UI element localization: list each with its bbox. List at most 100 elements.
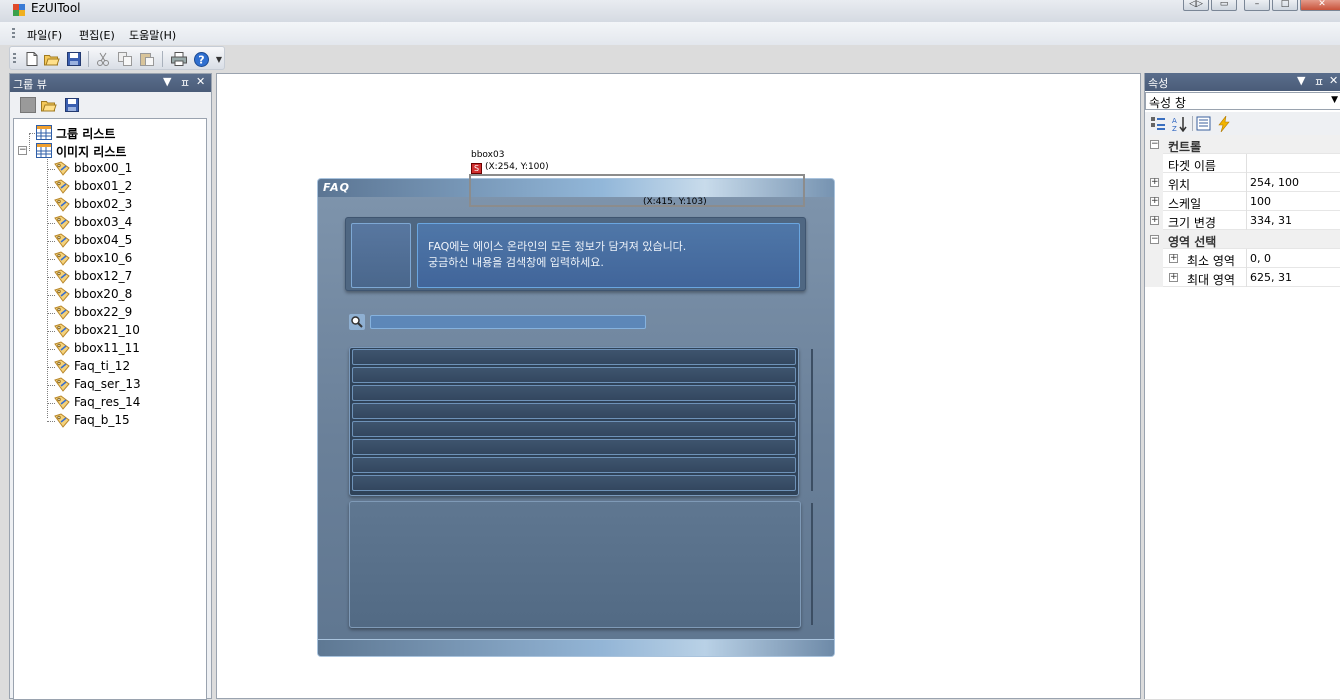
property-category[interactable]: − 영역 선택 <box>1145 230 1340 249</box>
paste-icon[interactable] <box>139 51 155 67</box>
property-name: 영역 선택 <box>1168 235 1217 249</box>
tree-node-image[interactable]: Faq_ser_13 <box>14 376 204 394</box>
property-value[interactable]: 254, 100 <box>1250 176 1299 189</box>
tree-node-label: bbox01_2 <box>74 179 133 193</box>
cut-icon[interactable] <box>95 51 111 67</box>
tree-label-group-list: 그룹 리스트 <box>56 127 116 141</box>
pane-dropdown-icon[interactable]: ▼ <box>163 75 171 88</box>
tree-node-image[interactable]: bbox10_6 <box>14 250 204 268</box>
property-object-select[interactable]: 속성 창 ▼ <box>1145 92 1340 110</box>
property-row[interactable]: + 위치 254, 100 <box>1145 173 1340 192</box>
property-value[interactable]: 334, 31 <box>1250 214 1292 227</box>
open-group-icon[interactable] <box>41 97 57 113</box>
copy-icon[interactable] <box>117 51 133 67</box>
toolbar-overflow-icon[interactable]: ▼ <box>216 55 222 64</box>
faq-list-row[interactable] <box>352 439 796 455</box>
svg-text:A: A <box>1172 117 1177 125</box>
group-tree: 그룹 리스트 − 이미지 리스트 bbox00_1 bbox01_2 bbox02_… <box>13 118 207 700</box>
save-icon[interactable] <box>66 51 82 67</box>
tree-node-image[interactable]: bbox02_3 <box>14 196 204 214</box>
property-row[interactable]: + 스케일 100 <box>1145 192 1340 211</box>
property-divider <box>1246 249 1247 268</box>
selection-start-marker[interactable]: S <box>471 163 482 174</box>
expand-icon[interactable]: + <box>1150 178 1159 187</box>
maximize-button[interactable]: □ <box>1272 0 1298 11</box>
pane-close-icon[interactable]: ✕ <box>1329 74 1338 87</box>
tree-node-image[interactable]: bbox03_4 <box>14 214 204 232</box>
pin-icon[interactable]: ㅍ <box>180 75 190 91</box>
tree-node-label: bbox03_4 <box>74 215 133 229</box>
properties-header: 속성 ▼ ㅍ ✕ <box>1145 73 1340 91</box>
new-group-icon[interactable] <box>20 97 36 113</box>
design-canvas[interactable]: bbox03 S (X:254, Y:100) FAQ FAQ에는 에이스 온라… <box>216 73 1141 699</box>
faq-answer-scrollbar[interactable] <box>811 503 813 625</box>
save-group-icon[interactable] <box>64 97 80 113</box>
collapse-icon[interactable]: − <box>1150 235 1159 244</box>
tree-node-image[interactable]: Faq_ti_12 <box>14 358 204 376</box>
close-button[interactable]: ✕ <box>1300 0 1340 11</box>
tree-node-image[interactable]: bbox04_5 <box>14 232 204 250</box>
menu-help[interactable]: 도움말(H) <box>129 27 176 43</box>
print-icon[interactable] <box>171 51 187 67</box>
property-value[interactable]: 100 <box>1250 195 1271 208</box>
faq-list-row[interactable] <box>352 367 796 383</box>
collapse-icon[interactable]: − <box>1150 140 1159 149</box>
expand-icon[interactable]: + <box>1169 273 1178 282</box>
tree-node-group-list[interactable]: 그룹 리스트 <box>14 124 204 142</box>
property-value[interactable]: 625, 31 <box>1250 271 1292 284</box>
categorized-icon[interactable] <box>1149 115 1166 132</box>
property-object-value: 속성 창 <box>1149 96 1186 110</box>
faq-search-input[interactable] <box>370 315 646 329</box>
image-node-icon <box>54 197 70 212</box>
tree-node-image[interactable]: bbox00_1 <box>14 160 204 178</box>
menu-file[interactable]: 파일(F) <box>27 27 62 43</box>
property-row[interactable]: + 크기 변경 334, 31 <box>1145 211 1340 230</box>
tree-node-image[interactable]: bbox20_8 <box>14 286 204 304</box>
menu-edit[interactable]: 편집(E) <box>79 27 115 43</box>
tree-node-image[interactable]: bbox01_2 <box>14 178 204 196</box>
selection-rectangle[interactable] <box>469 174 805 207</box>
property-category[interactable]: − 컨트롤 <box>1145 135 1340 154</box>
extra-window-buttons: ◁▷ ▭ <box>1183 0 1237 11</box>
faq-list-row[interactable] <box>352 385 796 401</box>
copy-window-icon[interactable]: ▭ <box>1211 0 1237 11</box>
expand-icon[interactable]: + <box>1169 254 1178 263</box>
pane-close-icon[interactable]: ✕ <box>196 75 205 88</box>
tree-node-image[interactable]: Faq_b_15 <box>14 412 204 430</box>
menu-grip[interactable] <box>12 28 15 39</box>
faq-window-preview[interactable]: FAQ FAQ에는 에이스 온라인의 모든 정보가 담겨져 있습니다. 궁금하신… <box>317 178 835 657</box>
faq-list-row[interactable] <box>352 349 796 365</box>
open-folder-icon[interactable] <box>44 51 60 67</box>
tree-node-image-list[interactable]: − 이미지 리스트 <box>14 142 204 160</box>
tree-node-image[interactable]: bbox11_11 <box>14 340 204 358</box>
tree-node-image[interactable]: bbox12_7 <box>14 268 204 286</box>
faq-list <box>349 347 799 496</box>
pin-icon[interactable]: ㅍ <box>1314 74 1324 90</box>
faq-list-row[interactable] <box>352 403 796 419</box>
help-icon[interactable]: ? <box>193 51 209 67</box>
expand-icon[interactable]: + <box>1150 216 1159 225</box>
faq-list-row[interactable] <box>352 457 796 473</box>
property-value[interactable]: 0, 0 <box>1250 252 1271 265</box>
expand-icon[interactable]: + <box>1150 197 1159 206</box>
property-row[interactable]: + 최소 영역 0, 0 <box>1145 249 1340 268</box>
faq-list-row[interactable] <box>352 421 796 437</box>
faq-list-scrollbar[interactable] <box>811 349 813 491</box>
faq-list-row[interactable] <box>352 475 796 491</box>
property-pages-icon[interactable] <box>1195 115 1212 132</box>
new-file-icon[interactable] <box>24 51 40 67</box>
toolbar-grip[interactable] <box>13 53 16 65</box>
pane-dropdown-icon[interactable]: ▼ <box>1297 74 1305 87</box>
faq-info-box: FAQ에는 에이스 온라인의 모든 정보가 담겨져 있습니다. 궁금하신 내용을… <box>345 217 806 291</box>
restore-layout-icon[interactable]: ◁▷ <box>1183 0 1209 11</box>
property-row[interactable]: 타겟 이름 <box>1145 154 1340 173</box>
property-row[interactable]: + 최대 영역 625, 31 <box>1145 268 1340 287</box>
tree-node-image[interactable]: Faq_res_14 <box>14 394 204 412</box>
minimize-button[interactable]: – <box>1244 0 1270 11</box>
image-node-icon <box>54 233 70 248</box>
tree-node-image[interactable]: bbox22_9 <box>14 304 204 322</box>
events-lightning-icon[interactable] <box>1215 115 1232 132</box>
sort-alphabetical-icon[interactable]: AZ <box>1171 115 1188 132</box>
tree-node-image[interactable]: bbox21_10 <box>14 322 204 340</box>
collapse-toggle-icon[interactable]: − <box>18 146 27 155</box>
